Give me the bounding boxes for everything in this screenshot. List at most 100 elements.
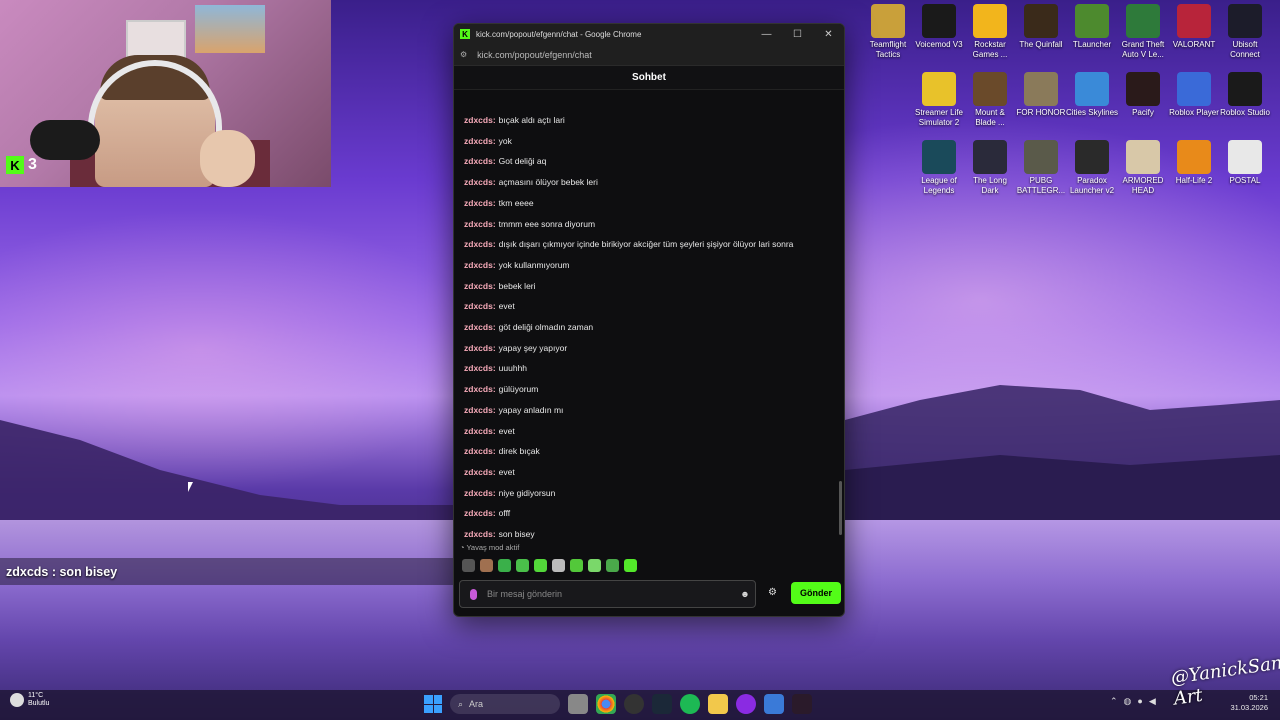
chat-username[interactable]: zdxcds: — [464, 508, 496, 518]
desktop-icon[interactable]: Roblox Studio — [1219, 72, 1271, 118]
send-button[interactable]: Gönder — [791, 582, 841, 604]
desktop-icon-label: Voicemod V3 — [915, 40, 963, 49]
address-bar[interactable]: ⚙ kick.com/popout/efgenn/chat — [454, 44, 844, 66]
desktop-icon-label: Grand Theft Auto V Le... — [1121, 40, 1165, 59]
chat-message-list[interactable]: zdxcds: bıçak aldı açtı lari zdxcds: yok zdx… — [454, 90, 844, 542]
chat-username[interactable]: zdxcds: — [464, 384, 496, 394]
emote-icon[interactable] — [552, 559, 565, 572]
chat-username[interactable]: zdxcds: — [464, 488, 496, 498]
taskbar-search[interactable]: ⌕ Ara — [450, 694, 560, 714]
chat-username[interactable]: zdxcds: — [464, 156, 496, 166]
app-icon[interactable] — [736, 694, 756, 714]
weather-widget[interactable]: 11°C Bulutlu — [10, 692, 49, 708]
chat-message-text: yapay anladın mı — [498, 404, 564, 415]
emoji-picker-icon[interactable]: ☻ — [735, 589, 755, 599]
desktop-icon[interactable]: Ubisoft Connect — [1219, 4, 1271, 60]
chat-title: Sohbet — [632, 72, 666, 83]
emote-icon[interactable] — [516, 559, 529, 572]
chat-message-text: offf — [498, 508, 511, 519]
paradox-icon — [1075, 140, 1109, 174]
desktop-icon-label: TLauncher — [1072, 40, 1112, 49]
task-view-icon[interactable] — [568, 694, 588, 714]
desktop-icon[interactable]: Paradox Launcher v2 — [1066, 140, 1118, 196]
microphone-icon[interactable] — [470, 588, 477, 600]
chat-username[interactable]: zdxcds: — [464, 239, 496, 249]
store-icon[interactable] — [764, 694, 784, 714]
desktop-icon[interactable]: The Quinfall — [1015, 4, 1067, 50]
chat-username[interactable]: zdxcds: — [464, 467, 496, 477]
chat-input-box[interactable]: ☻ — [459, 580, 756, 608]
chat-message-input[interactable] — [487, 589, 735, 599]
desktop-icon[interactable]: Teamflight Tactics — [862, 4, 914, 60]
desktop-icon-label: Roblox Player — [1169, 108, 1219, 117]
desktop-icon[interactable]: VALORANT — [1168, 4, 1220, 50]
kick-count: 3 — [28, 156, 37, 173]
mic-icon[interactable]: ● — [1137, 696, 1142, 707]
chevron-up-icon[interactable]: ⌃ — [1110, 696, 1118, 707]
chat-username[interactable]: zdxcds: — [464, 405, 496, 415]
desktop-icon[interactable]: Streamer Life Simulator 2 — [913, 72, 965, 128]
obs-icon[interactable] — [624, 694, 644, 714]
chat-username[interactable]: zdxcds: — [464, 260, 496, 270]
desktop-icon[interactable]: PUBG BATTLEGR... — [1015, 140, 1067, 196]
desktop-icon[interactable]: Pacify — [1117, 72, 1169, 118]
microphone — [30, 120, 100, 160]
desktop-icon[interactable]: Grand Theft Auto V Le... — [1117, 4, 1169, 60]
chat-username[interactable]: zdxcds: — [464, 198, 496, 208]
desktop-icon[interactable]: FOR HONOR — [1015, 72, 1067, 118]
chat-username[interactable]: zdxcds: — [464, 301, 496, 311]
chat-scrollbar[interactable] — [839, 481, 842, 535]
chat-username[interactable]: zdxcds: — [464, 281, 496, 291]
desktop-icon[interactable]: Half-Life 2 — [1168, 140, 1220, 186]
start-button[interactable] — [424, 695, 442, 713]
network-icon[interactable]: ◍ — [1124, 696, 1132, 707]
teamfight-tactics-icon — [871, 4, 905, 38]
steam-icon[interactable] — [652, 694, 672, 714]
desktop-icon[interactable]: League of Legends — [913, 140, 965, 196]
maximize-button[interactable]: ☐ — [782, 29, 813, 40]
emote-icon[interactable] — [462, 559, 475, 572]
emote-icon[interactable] — [570, 559, 583, 572]
desktop-icon[interactable]: The Long Dark — [964, 140, 1016, 196]
minimize-button[interactable]: — — [751, 29, 782, 40]
desktop-icon[interactable]: POSTAL — [1219, 140, 1271, 186]
chat-message: zdxcds: niye gidiyorsun — [464, 488, 555, 499]
chat-username[interactable]: zdxcds: — [464, 177, 496, 187]
desktop-icon[interactable]: Cities Skylines — [1066, 72, 1118, 118]
chat-username[interactable]: zdxcds: — [464, 115, 496, 125]
chat-username[interactable]: zdxcds: — [464, 136, 496, 146]
chat-username[interactable]: zdxcds: — [464, 426, 496, 436]
rockstar-icon — [973, 4, 1007, 38]
emote-icon[interactable] — [480, 559, 493, 572]
chat-username[interactable]: zdxcds: — [464, 343, 496, 353]
file-explorer-icon[interactable] — [708, 694, 728, 714]
desktop-icon[interactable]: TLauncher — [1066, 4, 1118, 50]
chat-message: zdxcds: bıçak aldı açtı lari — [464, 115, 565, 126]
chat-username[interactable]: zdxcds: — [464, 322, 496, 332]
spotify-icon[interactable] — [680, 694, 700, 714]
desktop-icon[interactable]: Rockstar Games ... — [964, 4, 1016, 60]
emote-icon[interactable] — [534, 559, 547, 572]
desktop-icon[interactable]: ARMORED HEAD — [1117, 140, 1169, 196]
weather-desc: Bulutlu — [28, 700, 50, 707]
desktop-icon[interactable]: Voicemod V3 — [913, 4, 965, 50]
emote-icon[interactable] — [498, 559, 511, 572]
pubg-icon — [1024, 140, 1058, 174]
close-button[interactable]: ✕ — [813, 29, 844, 40]
emote-icon[interactable] — [606, 559, 619, 572]
window-titlebar[interactable]: K kick.com/popout/efgenn/chat - Google C… — [454, 24, 844, 44]
desktop-icon[interactable]: Mount & Blade ... — [964, 72, 1016, 128]
desktop-icon[interactable]: Roblox Player — [1168, 72, 1220, 118]
emote-icon[interactable] — [624, 559, 637, 572]
chat-username[interactable]: zdxcds: — [464, 219, 496, 229]
chat-username[interactable]: zdxcds: — [464, 529, 496, 539]
chat-username[interactable]: zdxcds: — [464, 446, 496, 456]
taskbar-apps: ⌕ Ara — [424, 694, 812, 714]
chrome-icon[interactable] — [596, 694, 616, 714]
kick-app-icon[interactable] — [792, 694, 812, 714]
site-settings-icon[interactable]: ⚙ — [460, 50, 467, 59]
emote-icon[interactable] — [588, 559, 601, 572]
chat-username[interactable]: zdxcds: — [464, 363, 496, 373]
chat-settings-icon[interactable]: ⚙ — [768, 587, 777, 598]
volume-icon[interactable]: ◀ — [1149, 696, 1156, 707]
